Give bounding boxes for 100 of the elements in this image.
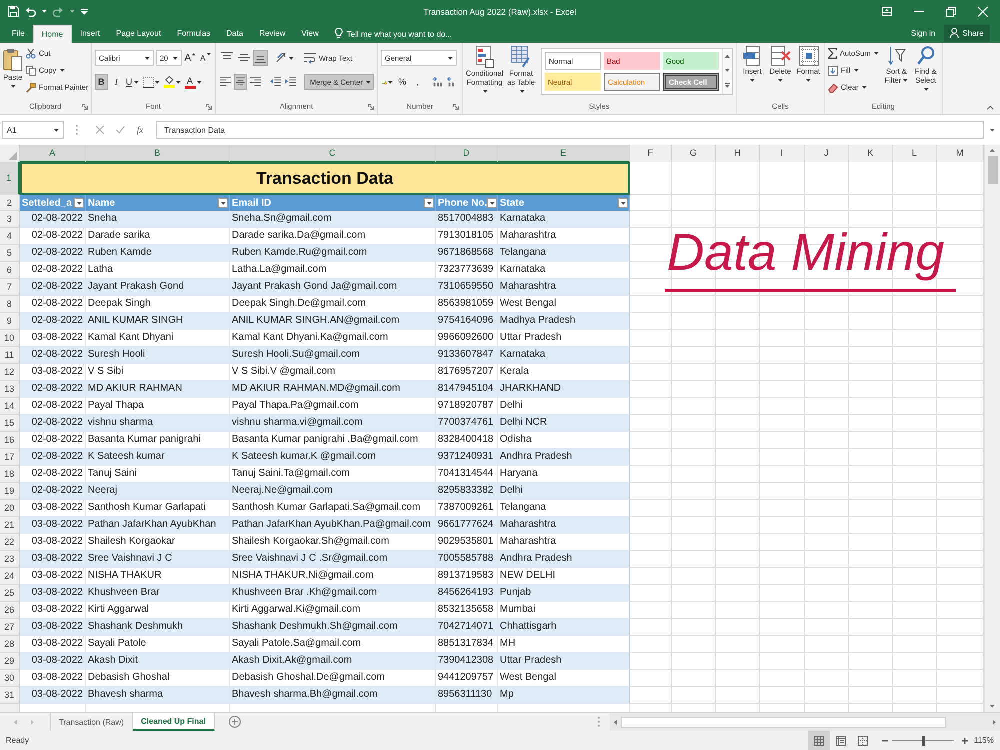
ribbon-tab[interactable]: Page Layout bbox=[108, 25, 170, 43]
table-cell: Maharashtra bbox=[498, 279, 630, 296]
title-cell[interactable]: Transaction Data bbox=[20, 162, 630, 195]
caret-icon[interactable] bbox=[990, 128, 995, 132]
ribbon-tab[interactable]: Data bbox=[218, 25, 252, 43]
slider-thumb[interactable] bbox=[922, 736, 926, 746]
left-arrow-icon[interactable] bbox=[614, 720, 617, 724]
customize-icon[interactable] bbox=[81, 8, 88, 14]
insert-function-button[interactable]: fx bbox=[137, 125, 144, 135]
row-number: 29 bbox=[0, 653, 20, 670]
table-cell: 03-08-2022 bbox=[20, 687, 86, 704]
scrollbar-thumb[interactable] bbox=[988, 156, 998, 184]
borders-button[interactable] bbox=[142, 74, 160, 90]
color-bar-icon bbox=[184, 86, 196, 88]
caret-up-icon[interactable] bbox=[990, 149, 995, 152]
normal-view-button[interactable] bbox=[808, 731, 830, 750]
table-cell: Jayant Prakash Gond bbox=[86, 279, 230, 296]
fill-color-button[interactable] bbox=[162, 74, 182, 90]
ribbon-tab[interactable]: Home bbox=[32, 25, 72, 43]
vertical-scrollbar[interactable] bbox=[984, 145, 1000, 712]
row-number: 28 bbox=[0, 636, 20, 653]
caret-icon[interactable] bbox=[42, 10, 47, 13]
close-icon[interactable] bbox=[978, 6, 988, 16]
table-cell: Sree Vaishnavi J C .Sr@gmail.com bbox=[230, 551, 436, 568]
grow-font-button[interactable]: A bbox=[184, 50, 197, 66]
row-number: 5 bbox=[0, 245, 20, 262]
italic-button[interactable]: I bbox=[110, 74, 123, 90]
caret-icon bbox=[134, 80, 138, 84]
plus-icon[interactable] bbox=[962, 738, 968, 744]
table-cell: Suresh Hooli.Su@gmail.com bbox=[230, 347, 436, 364]
corner-arrow-icon[interactable] bbox=[206, 104, 212, 110]
sign-in-link[interactable]: Sign in bbox=[911, 28, 936, 38]
table-format-icon bbox=[798, 46, 818, 66]
name-box[interactable]: A1 bbox=[2, 121, 64, 139]
minus-icon[interactable] bbox=[882, 738, 888, 744]
bold-button[interactable]: B bbox=[95, 74, 108, 90]
filter-button[interactable] bbox=[618, 198, 628, 208]
table-cell: 8563981059 bbox=[436, 296, 498, 313]
align-center-button[interactable] bbox=[234, 74, 248, 90]
corner-arrow-icon[interactable] bbox=[453, 104, 459, 110]
corner-arrow-icon[interactable] bbox=[82, 104, 88, 110]
ribbon-tab[interactable]: View bbox=[294, 25, 327, 43]
column-header: G bbox=[672, 145, 716, 163]
table-cell: 8456264193 bbox=[436, 585, 498, 602]
shrink-font-button[interactable]: A bbox=[199, 50, 212, 66]
font-color-button[interactable]: A bbox=[184, 74, 202, 90]
ribbon-tab[interactable]: Insert bbox=[72, 25, 108, 43]
align-middle-icon bbox=[238, 52, 250, 64]
table-cell: Pathan JafarKhan AyubKhan.Pa@gmail.com bbox=[230, 517, 436, 534]
filter-button[interactable] bbox=[218, 198, 228, 208]
highlighted-table-icon bbox=[476, 46, 494, 68]
horizontal-scrollbar[interactable] bbox=[610, 713, 1000, 731]
filter-button[interactable] bbox=[487, 198, 498, 208]
check-icon[interactable] bbox=[116, 126, 125, 134]
corner-arrow-icon[interactable] bbox=[368, 104, 374, 110]
row-number: 1 bbox=[0, 162, 20, 195]
column-header: B bbox=[86, 145, 230, 163]
align-bottom-button[interactable] bbox=[253, 50, 268, 66]
caret-up-icon[interactable] bbox=[987, 106, 994, 110]
ribbon-tab[interactable]: Review bbox=[251, 25, 294, 43]
row-number: 25 bbox=[0, 585, 20, 602]
number-style-button[interactable]: % bbox=[396, 74, 409, 90]
ribbon-tab[interactable]: File bbox=[4, 25, 33, 43]
table-cell: 03-08-2022 bbox=[20, 364, 86, 381]
wrap-text-icon bbox=[304, 52, 316, 64]
table-cell: 7913018105 bbox=[436, 228, 498, 245]
scrollbar-thumb[interactable] bbox=[621, 716, 946, 728]
right-arrow-icon[interactable] bbox=[993, 720, 996, 724]
column-title: State bbox=[500, 198, 524, 208]
zoom-level[interactable]: 115% bbox=[974, 736, 994, 745]
filter-button[interactable] bbox=[424, 198, 434, 208]
ribbon-tab[interactable]: Formulas bbox=[169, 25, 219, 43]
underline-button[interactable]: U bbox=[125, 74, 140, 90]
table-cell: Kamal Kant Dhyani bbox=[86, 330, 230, 347]
table-cell: Andhra Pradesh bbox=[498, 551, 630, 568]
table-cell: 03-08-2022 bbox=[20, 500, 86, 517]
restore-icon[interactable] bbox=[946, 6, 956, 16]
caret-icon bbox=[366, 80, 372, 84]
share-button[interactable]: Share bbox=[944, 24, 990, 42]
plus-circle-icon[interactable] bbox=[228, 716, 241, 728]
save-icon[interactable] bbox=[8, 6, 19, 17]
table-cell: Kerala bbox=[498, 364, 630, 381]
caret-icon[interactable] bbox=[70, 10, 75, 13]
table-cell: 8851317834 bbox=[436, 636, 498, 653]
caret-up-icon[interactable] bbox=[725, 54, 730, 58]
tell-me-field[interactable]: Tell me what you want to do... bbox=[346, 26, 487, 42]
number-style-button[interactable]: , bbox=[411, 74, 424, 90]
undo-icon[interactable] bbox=[25, 6, 36, 16]
table-cell: Punjab bbox=[498, 585, 630, 602]
formula-field[interactable]: Transaction Data bbox=[156, 121, 984, 139]
table-cell: 9754164096 bbox=[436, 313, 498, 330]
sheet-tab[interactable]: Cleaned Up Final bbox=[133, 713, 215, 731]
more-icon[interactable] bbox=[725, 83, 730, 88]
redo-icon[interactable] bbox=[53, 6, 64, 16]
filter-button[interactable] bbox=[74, 198, 84, 208]
caret-icon[interactable] bbox=[990, 705, 995, 708]
caret-icon[interactable] bbox=[725, 68, 730, 72]
caret-icon bbox=[924, 88, 930, 91]
ribbon-options-icon[interactable] bbox=[882, 7, 892, 16]
table-cell: 03-08-2022 bbox=[20, 585, 86, 602]
